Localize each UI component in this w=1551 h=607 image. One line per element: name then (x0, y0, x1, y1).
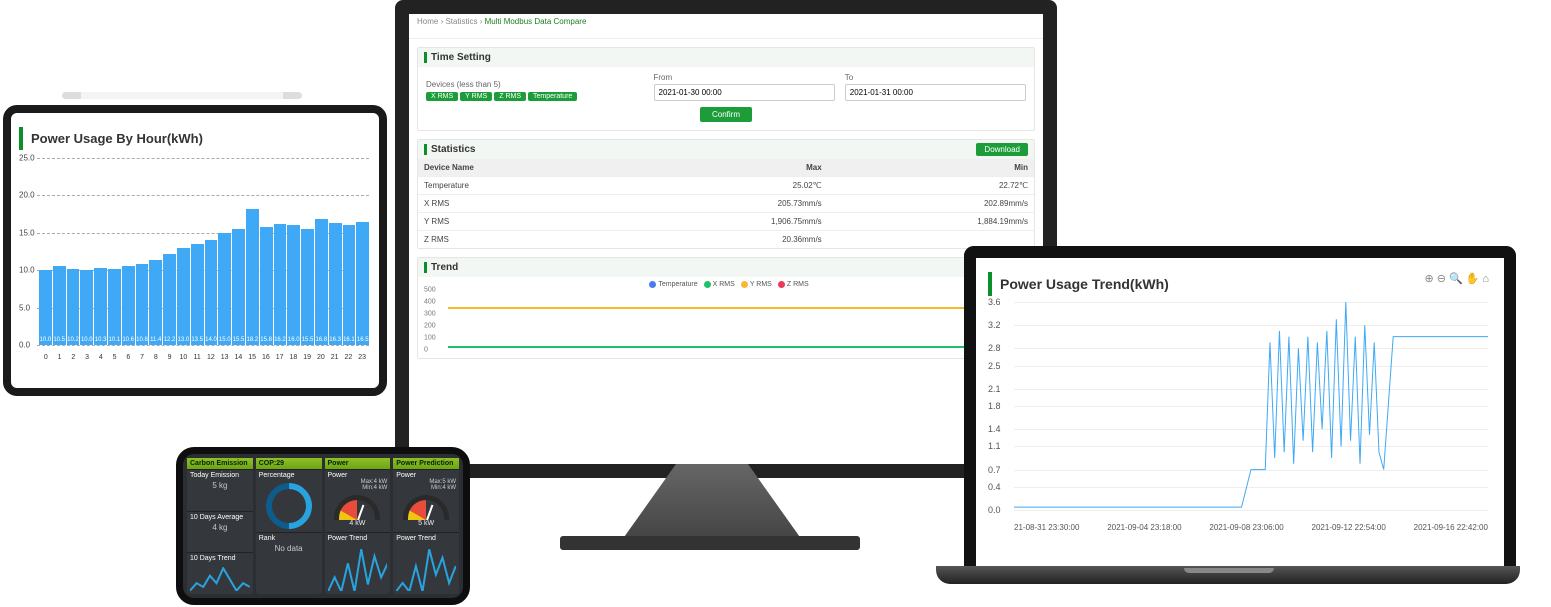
table-row: X RMS205.73mm/s202.89mm/s (418, 195, 1034, 213)
phone-column: PowerPowerMax:4 kWMin:4 kW4 kWPower Tren… (325, 458, 391, 594)
bar: 11.4 (149, 260, 162, 345)
laptop-notch (1184, 568, 1274, 573)
phone-col-header: COP:29 (256, 458, 322, 469)
bar: 15.5 (301, 229, 314, 345)
phone-cell: PowerMax:4 kWMin:4 kW4 kW (325, 469, 391, 532)
laptop-device: ⊕⊖🔍✋⌂ Power Usage Trend(kWh) 0.00.40.71.… (964, 246, 1516, 578)
desktop-monitor: Home › Statistics › Multi Modbus Data Co… (395, 0, 1057, 478)
table-row: Y RMS1,906.75mm/s1,884.19mm/s (418, 213, 1034, 231)
device-tag[interactable]: X RMS (426, 92, 458, 101)
bar: 13.0 (177, 248, 190, 345)
to-input[interactable] (845, 84, 1026, 101)
device-tag[interactable]: Z RMS (494, 92, 526, 101)
pan-icon[interactable]: ✋ (1466, 273, 1483, 285)
phone-col-header: Carbon Emission (187, 458, 253, 469)
phone-cell: PowerMax:5 kWMin:4 kW5 kW (393, 469, 459, 532)
crumb-home[interactable]: Home (417, 17, 438, 26)
crumb-statistics[interactable]: Statistics (445, 17, 477, 26)
tablet-stylus (62, 92, 302, 99)
tablet-chart-title: Power Usage By Hour(kWh) (19, 127, 371, 150)
time-setting-panel: Time Setting Devices (less than 5) X RMS… (417, 47, 1035, 131)
bar: 16.8 (315, 219, 328, 345)
gauge-icon (334, 495, 380, 520)
col-min: Min (828, 159, 1034, 177)
monitor-base (560, 536, 860, 550)
phone-column: Power PredictionPowerMax:5 kWMin:4 kW5 k… (393, 458, 459, 594)
confirm-button[interactable]: Confirm (700, 107, 752, 122)
statistics-panel: Download Statistics Device Name Max Min … (417, 139, 1035, 249)
bar: 18.2 (246, 209, 259, 345)
bar: 16.0 (287, 225, 300, 345)
laptop-line-chart: 0.00.40.71.11.41.82.12.52.83.23.621-08-3… (988, 302, 1492, 532)
breadcrumb: Home › Statistics › Multi Modbus Data Co… (409, 14, 1043, 39)
trend-panel: Time G Trend TemperatureX RMSY RMSZ RMS … (417, 257, 1035, 359)
bar: 10.0 (80, 270, 93, 345)
phone-column: Carbon EmissionToday Emission5 kg10 Days… (187, 458, 253, 594)
col-max: Max (621, 159, 827, 177)
bar: 16.3 (329, 223, 342, 345)
bar: 10.5 (53, 266, 66, 345)
bar: 10.6 (122, 266, 135, 345)
device-tags[interactable]: X RMSY RMSZ RMSTemperature (426, 91, 644, 101)
trend-line-chart: 0100200300400500 (424, 290, 1028, 350)
statistics-table: Device Name Max Min Temperature25.02℃22.… (418, 159, 1034, 248)
bar: 15.8 (260, 227, 273, 345)
phone-col-header: Power Prediction (393, 458, 459, 469)
phone-device: Carbon EmissionToday Emission5 kg10 Days… (176, 447, 470, 605)
time-setting-title: Time Setting (424, 52, 1028, 63)
bar: 13.5 (191, 244, 204, 345)
bar: 15.0 (218, 233, 231, 345)
to-label: To (845, 73, 1026, 82)
crumb-current: Multi Modbus Data Compare (485, 17, 587, 26)
bar: 16.2 (274, 224, 287, 345)
devices-label: Devices (less than 5) (426, 80, 644, 89)
from-input[interactable] (654, 84, 835, 101)
bar: 15.5 (232, 229, 245, 345)
phone-cell: Today Emission5 kg (187, 469, 253, 511)
zoom-rect-icon[interactable]: 🔍 (1449, 273, 1466, 285)
device-tag[interactable]: Temperature (528, 92, 577, 101)
download-button[interactable]: Download (976, 143, 1028, 156)
statistics-title: Statistics (424, 144, 1028, 155)
bar: 16.1 (343, 225, 356, 345)
zoom-out-icon[interactable]: ⊖ (1437, 273, 1449, 285)
phone-cell: 10 Days Trend (187, 552, 253, 594)
bar: 10.8 (136, 264, 149, 345)
device-tag[interactable]: Y RMS (460, 92, 492, 101)
table-row: Temperature25.02℃22.72℃ (418, 177, 1034, 195)
col-device: Device Name (418, 159, 621, 177)
chart-toolbar[interactable]: ⊕⊖🔍✋⌂ (1425, 272, 1493, 285)
bar: 10.0 (39, 270, 52, 345)
bar: 12.2 (163, 254, 176, 345)
bar: 10.2 (67, 269, 80, 345)
zoom-in-icon[interactable]: ⊕ (1425, 273, 1437, 285)
tablet-device: Power Usage By Hour(kWh) 0.05.010.015.02… (3, 105, 387, 396)
bar: 14.0 (205, 240, 218, 345)
gauge-icon (403, 495, 449, 520)
phone-cell: RankNo data (256, 532, 322, 595)
donut-icon (256, 473, 321, 531)
from-label: From (654, 73, 835, 82)
phone-col-header: Power (325, 458, 391, 469)
bar: 10.3 (94, 268, 107, 345)
laptop-chart-title: Power Usage Trend(kWh) (988, 272, 1492, 296)
phone-cell: Power Trend (393, 532, 459, 595)
tablet-bar-chart: 0.05.010.015.020.025.010.010.510.210.010… (19, 158, 371, 363)
phone-cell: 10 Days Average4 kg (187, 511, 253, 553)
phone-column: COP:29PercentageRankNo data (256, 458, 322, 594)
trend-title: Trend (424, 262, 1028, 273)
table-row: Z RMS20.36mm/s (418, 231, 1034, 249)
trend-legend: TemperatureX RMSY RMSZ RMS (424, 281, 1028, 288)
phone-cell: Percentage (256, 469, 322, 532)
bar: 10.1 (108, 269, 121, 345)
bar: 16.5 (356, 222, 369, 345)
home-icon[interactable]: ⌂ (1482, 273, 1492, 285)
phone-cell: Power Trend (325, 532, 391, 595)
